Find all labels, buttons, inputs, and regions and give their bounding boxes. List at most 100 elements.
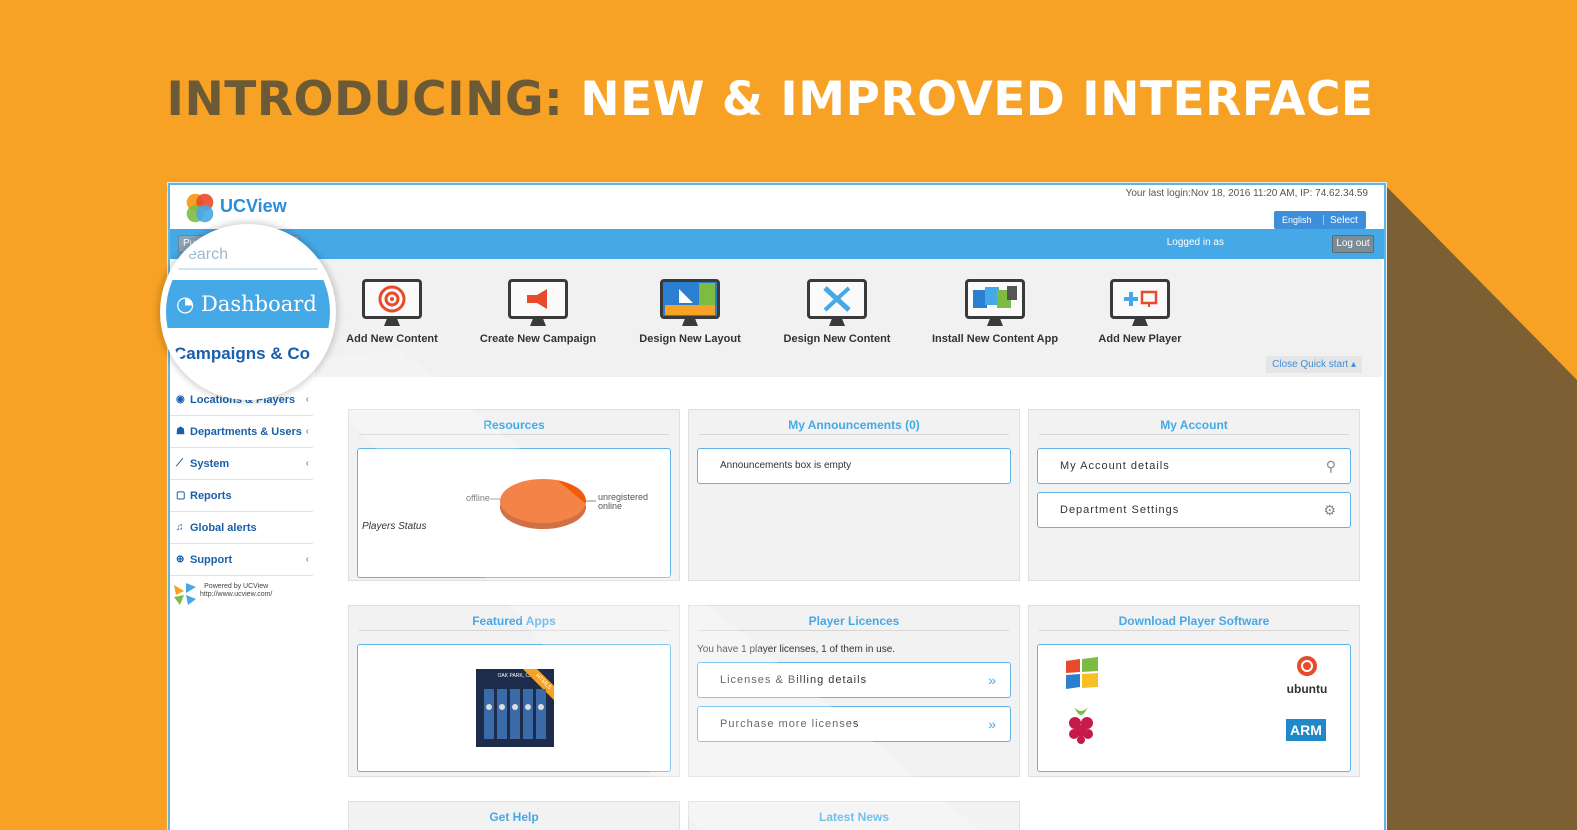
raspberry-pi-icon[interactable] — [1064, 703, 1098, 745]
sidebar-item-support[interactable]: ⊕ Support ‹ — [170, 544, 313, 576]
sidebar-item-system[interactable]: ⟋ System ‹ — [170, 448, 313, 480]
sidebar-item-global-alerts[interactable]: ♫ Global alerts — [170, 512, 313, 544]
powered-text: Powered by UCView http://www.ucview.com/ — [200, 583, 272, 599]
weather-app-tile[interactable]: OAK PARK, CA HTML5 — [476, 669, 554, 747]
monitor-icon — [807, 279, 867, 327]
search-input[interactable]: earch — [170, 240, 330, 270]
bell-icon: ♫ — [176, 522, 184, 533]
monitor-stand — [682, 318, 698, 326]
chevron-left-icon: ‹ — [305, 394, 309, 405]
monitor-stand — [1132, 318, 1148, 326]
sidebar-item-label: Support — [190, 553, 233, 566]
chart-icon: ⟋ — [176, 458, 183, 469]
logout-button[interactable]: Log out — [1332, 235, 1374, 253]
sidebar-item-label: Reports — [190, 489, 232, 502]
panel-title: Get Help — [489, 810, 539, 824]
chart-caption: Players Status — [362, 521, 427, 532]
ucview-small-logo-icon — [174, 583, 196, 605]
button-label: Licenses & Billing details — [720, 674, 868, 686]
sidebar-item-label: Global alerts — [190, 521, 257, 534]
sidebar-item-dashboard[interactable]: ◔ Dashboard — [166, 280, 330, 328]
monitor-icon — [1110, 279, 1170, 327]
my-account-panel: My Account My Account details ⚲ Departme… — [1028, 409, 1360, 581]
logged-in-label: Logged in as — [1166, 237, 1224, 248]
sidebar-item-label: Departments & Users — [190, 425, 302, 438]
panel-title: My Announcements (0) — [788, 418, 920, 432]
powered-line-1: Powered by UCView — [204, 583, 269, 590]
quick-start-label: Design New Layout — [639, 333, 741, 345]
powered-url[interactable]: http://www.ucview.com/ — [200, 591, 272, 599]
player-licences-panel: Player Licences You have 1 player licens… — [688, 605, 1020, 777]
sidebar-item-reports[interactable]: ▢ Reports — [170, 480, 313, 512]
sidebar-item-departments[interactable]: ☗ Departments & Users ‹ — [170, 416, 313, 448]
resources-panel: Resources offline unregistered online Pl… — [348, 409, 680, 581]
players-status-chart: offline unregistered online Players Stat… — [357, 448, 671, 578]
chevron-left-icon: ‹ — [305, 426, 309, 437]
target-icon — [362, 279, 422, 319]
purchase-licenses-button[interactable]: Purchase more licenses » — [697, 706, 1011, 742]
quick-start-install-app[interactable]: Install New Content App — [927, 279, 1063, 345]
dashboard-icon: ◔ — [176, 292, 195, 316]
quick-start-label: Design New Content — [783, 333, 891, 345]
label-offline: offline — [466, 493, 490, 503]
monitor-icon — [660, 279, 720, 327]
ubuntu-label: ubuntu — [1286, 682, 1328, 696]
panel-title: My Account — [1160, 418, 1228, 432]
gear-icon: ⚙ — [1323, 502, 1336, 518]
button-label: My Account details — [1060, 460, 1170, 472]
language-value[interactable]: English — [1274, 215, 1324, 225]
quick-start-label: Install New Content App — [931, 333, 1059, 345]
announcements-empty: Announcements box is empty — [697, 448, 1011, 484]
licenses-billing-button[interactable]: Licenses & Billing details » — [697, 662, 1011, 698]
location-icon: ◉ — [176, 394, 185, 405]
windows-icon[interactable] — [1064, 657, 1100, 691]
featured-apps-box: OAK PARK, CA HTML5 — [357, 644, 671, 772]
add-player-icon — [1110, 279, 1170, 319]
double-chevron-right-icon: » — [988, 716, 996, 732]
dashboard-label: Dashboard — [201, 292, 317, 316]
monitor-icon — [965, 279, 1025, 327]
megaphone-icon — [508, 279, 568, 319]
quick-start-add-content[interactable]: Add New Content — [327, 279, 457, 345]
headline-main: NEW & IMPROVED INTERFACE — [580, 72, 1374, 127]
monitor-icon — [508, 279, 568, 327]
language-selector[interactable]: English Select — [1274, 211, 1366, 229]
sidebar-item-label: System — [190, 457, 230, 470]
panel-title: Featured Apps — [472, 614, 556, 628]
language-select-button[interactable]: Select — [1324, 215, 1358, 226]
weather-columns — [484, 689, 546, 739]
panel-divider — [359, 630, 669, 631]
header-bar: Pu Logged in as Log out — [170, 229, 1384, 259]
quick-start-design-content[interactable]: Design New Content — [772, 279, 902, 345]
users-icon: ☗ — [176, 426, 185, 437]
latest-news-panel: Latest News — [688, 801, 1020, 830]
panel-divider — [699, 434, 1009, 435]
label-online: online — [598, 501, 623, 511]
button-label: Purchase more licenses — [720, 718, 860, 730]
quick-start-create-campaign[interactable]: Create New Campaign — [473, 279, 603, 345]
logo-text[interactable]: UCView — [220, 196, 287, 217]
panel-divider — [699, 630, 1009, 631]
download-options-box: ubuntu ARM — [1037, 644, 1351, 772]
arm-download[interactable]: ARM — [1286, 719, 1326, 741]
get-help-panel: Get Help — [348, 801, 680, 830]
monitor-stand — [384, 318, 400, 326]
close-quick-start-button[interactable]: Close Quick start ▴ — [1266, 356, 1362, 373]
button-label: Department Settings — [1060, 504, 1180, 516]
quick-start-add-player[interactable]: Add New Player — [1075, 279, 1205, 345]
reports-icon: ▢ — [176, 490, 186, 501]
monitor-stand — [530, 318, 546, 326]
ubuntu-download[interactable]: ubuntu — [1282, 655, 1332, 696]
department-settings-button[interactable]: Department Settings ⚙ — [1037, 492, 1351, 528]
download-player-panel: Download Player Software ubuntu ARM — [1028, 605, 1360, 777]
apps-icon — [965, 279, 1025, 319]
sidebar-item-campaigns[interactable]: Campaigns & Co — [174, 344, 310, 364]
panel-divider — [359, 434, 669, 435]
double-chevron-right-icon: » — [988, 672, 996, 688]
my-account-details-button[interactable]: My Account details ⚲ — [1037, 448, 1351, 484]
top-bar: UCView Your last login:Nov 18, 2016 11:2… — [170, 185, 1384, 229]
chevron-left-icon: ‹ — [305, 458, 309, 469]
powered-by: Powered by UCView http://www.ucview.com/ — [172, 581, 312, 609]
quick-start-design-layout[interactable]: Design New Layout — [625, 279, 755, 345]
quick-start-label: Add New Content — [346, 333, 438, 345]
